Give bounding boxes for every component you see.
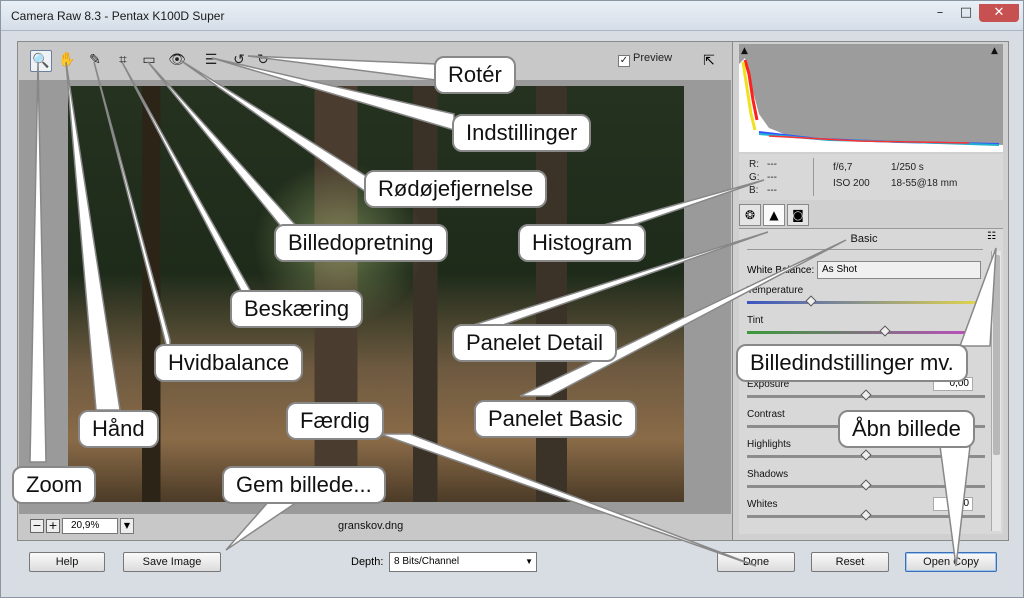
slider-thumb[interactable] [860,479,872,491]
panel-menu-icon[interactable]: ☷ [987,231,996,242]
depth-value: 8 Bits/Channel [394,556,460,567]
image-canvas[interactable] [19,80,731,514]
slider-temperature[interactable]: Temperature [747,285,985,315]
slider-label: Contrast [747,409,785,420]
shadow-clip-icon[interactable]: ▲ [741,46,751,56]
title-bar: Camera Raw 8.3 - Pentax K100D Super – □ … [1,1,1023,31]
tab-basic-icon[interactable]: ❂ [739,204,761,226]
aperture: f/6,7 [833,162,853,173]
slider-thumb[interactable] [860,389,872,401]
done-button[interactable]: Done [717,552,795,572]
slider-thumb[interactable] [860,449,872,461]
slider-highlights[interactable]: Highlights [747,439,985,469]
g-value: --- [767,172,777,183]
maximize-icon[interactable]: □ [953,4,979,22]
lens: 18-55@18 mm [891,178,958,189]
slider-contrast[interactable]: Contrast [747,409,985,439]
slider-thumb[interactable] [860,419,872,431]
level-icon[interactable]: ▭ [138,50,160,72]
status-bar: − + 20,9% ▼ granskov.dng [18,514,731,540]
slider-whites[interactable]: Whites 0 [747,497,985,529]
zoom-level[interactable]: 20,9% [62,518,118,534]
panel-scrollbar[interactable] [991,251,1001,531]
window-title: Camera Raw 8.3 - Pentax K100D Super [11,9,225,23]
depth-label: Depth: [351,556,384,568]
slider-value[interactable]: 0,00 [933,377,973,391]
panel-tabs: ❂ ▲ ◙ [739,204,1003,226]
eyedropper-icon[interactable]: ✎ [84,50,106,72]
rotate-ccw-icon[interactable]: ↺ [228,50,250,72]
tab-detail-icon[interactable]: ▲ [763,204,785,226]
slider-track[interactable] [747,301,985,304]
histogram-graph [739,58,1003,152]
camera-raw-content: 🔍 ✋ ✎ ⌗ ▭ 👁 ☰ ↺ ↻ ✓ Preview ⇱ − + 20,9% ▼… [17,41,1009,541]
crop-icon[interactable]: ⌗ [112,50,134,72]
b-value: --- [767,185,777,196]
filename: granskov.dng [338,520,404,532]
zoom-in-button[interactable]: + [46,519,60,533]
depth-select[interactable]: 8 Bits/Channel ▼ [389,552,537,572]
reset-button[interactable]: Reset [811,552,889,572]
slider-label: Tint [747,315,764,326]
camera-raw-window: Camera Raw 8.3 - Pentax K100D Super – □ … [0,0,1024,598]
highlight-clip-icon[interactable]: ▲ [991,46,1001,56]
eye-icon[interactable]: 👁 [166,50,188,72]
preview-toggle[interactable]: ✓ Preview [618,52,672,67]
zoom-out-button[interactable]: − [30,519,44,533]
histogram: ▲ ▲ [739,44,1003,152]
bottom-bar: Help Save Image Depth: 8 Bits/Channel ▼ D… [17,546,1009,586]
slider-thumb[interactable] [860,509,872,521]
slider-tint[interactable]: Tint [747,315,985,345]
hand-icon[interactable]: ✋ [56,50,78,72]
chevron-down-icon: ▼ [525,557,533,566]
slider-thumb[interactable] [879,325,891,337]
iso: ISO 200 [833,178,870,189]
magnifier-icon[interactable]: 🔍 [30,50,52,72]
open-copy-button[interactable]: Open Copy [905,552,997,572]
slider-label: Highlights [747,439,791,450]
list-icon[interactable]: ☰ [200,50,222,72]
info-readout: R: --- G: --- B: --- f/6,7 1/250 s ISO 200 18… [739,154,1003,200]
fullscreen-icon[interactable]: ⇱ [698,50,720,72]
slider-label: Whites [747,499,778,510]
r-value: --- [767,159,777,170]
preview-checkbox[interactable]: ✓ [618,55,630,67]
white-balance-label: White Balance: [747,265,815,276]
slider-track[interactable] [747,331,985,334]
tab-camera-icon[interactable]: ◙ [787,204,809,226]
rotate-cw-icon[interactable]: ↻ [252,50,274,72]
help-button[interactable]: Help [29,552,105,572]
slider-exposure[interactable]: Exposure 0,00 [747,377,985,409]
slider-value[interactable]: 0 [933,497,973,511]
slider-thumb[interactable] [805,295,817,307]
toolbar: 🔍 ✋ ✎ ⌗ ▭ 👁 ☰ ↺ ↻ ✓ Preview ⇱ [18,42,731,80]
basic-panel: Basic ☷ White Balance: As Shot Temperatu… [739,228,1003,534]
save-image-button[interactable]: Save Image [123,552,221,572]
panel-title: Basic [850,233,878,245]
slider-label: Temperature [747,285,804,296]
slider-label: Shadows [747,469,789,480]
chevron-down-icon[interactable]: ▼ [120,518,134,534]
slider-label: Exposure [747,379,790,390]
minimize-icon[interactable]: – [927,4,953,22]
forest-photo [68,86,684,502]
white-balance-select[interactable]: As Shot [817,261,981,279]
shutter: 1/250 s [891,162,924,173]
preview-label: Preview [633,52,673,64]
right-pane: ▲ ▲ R: --- G: --- B: --- f/6,7 1/250 s ISO 2… [732,42,1008,540]
slider-shadows[interactable]: Shadows [747,469,985,499]
close-icon[interactable]: ✕ [979,4,1019,22]
